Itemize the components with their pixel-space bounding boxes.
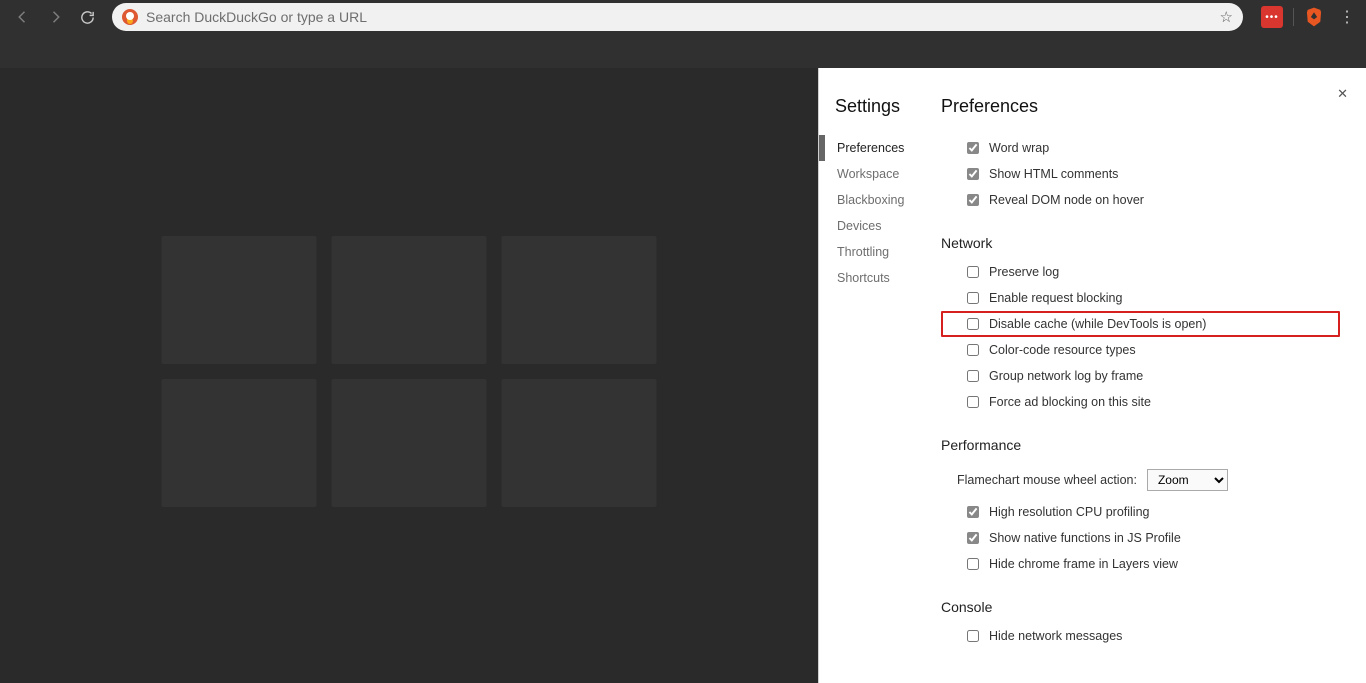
pref-label[interactable]: Preserve log: [989, 265, 1059, 279]
ntp-tile[interactable]: [502, 236, 657, 364]
ntp-tile[interactable]: [502, 379, 657, 507]
pref-label[interactable]: Disable cache (while DevTools is open): [989, 317, 1206, 331]
pref-row: Word wrap: [941, 135, 1348, 161]
pref-checkbox[interactable]: [967, 396, 979, 408]
pref-checkbox[interactable]: [967, 318, 979, 330]
ntp-tile[interactable]: [332, 379, 487, 507]
sidebar-item-preferences[interactable]: Preferences: [819, 135, 926, 161]
pref-row: Reveal DOM node on hover: [941, 187, 1348, 213]
pref-checkbox[interactable]: [967, 532, 979, 544]
sidebar-item-throttling[interactable]: Throttling: [819, 239, 926, 265]
devtools-panel-title: Preferences: [941, 96, 1352, 117]
devtools-settings-content: Preferences Word wrap Show HTML comments R…: [927, 68, 1366, 683]
browser-menu-button[interactable]: ⋮: [1334, 4, 1360, 30]
reload-button[interactable]: [74, 4, 100, 30]
pref-row: Show HTML comments: [941, 161, 1348, 187]
pref-row: Disable cache (while DevTools is open): [941, 311, 1340, 337]
pref-label[interactable]: Show native functions in JS Profile: [989, 531, 1181, 545]
pref-checkbox[interactable]: [967, 194, 979, 206]
back-button[interactable]: [10, 4, 36, 30]
duckduckgo-icon: [122, 9, 138, 25]
pref-checkbox[interactable]: [967, 168, 979, 180]
pref-label[interactable]: High resolution CPU profiling: [989, 505, 1150, 519]
ntp-tile[interactable]: [162, 236, 317, 364]
pref-select[interactable]: Zoom: [1147, 469, 1228, 491]
pref-label[interactable]: Hide network messages: [989, 629, 1122, 643]
ntp-tile[interactable]: [332, 236, 487, 364]
sidebar-item-devices[interactable]: Devices: [819, 213, 926, 239]
pref-label[interactable]: Show HTML comments: [989, 167, 1118, 181]
omnibox[interactable]: ☆: [112, 3, 1243, 31]
preferences-scroll-region[interactable]: Word wrap Show HTML comments Reveal DOM no…: [941, 135, 1352, 683]
ntp-tile[interactable]: [162, 379, 317, 507]
pref-select-label: Flamechart mouse wheel action:: [957, 473, 1137, 487]
extension-red-icon[interactable]: •••: [1261, 6, 1283, 28]
pref-label[interactable]: Group network log by frame: [989, 369, 1143, 383]
pref-row: Force ad blocking on this site: [941, 389, 1348, 415]
pref-row: Group network log by frame: [941, 363, 1348, 389]
pref-checkbox[interactable]: [967, 344, 979, 356]
browser-toolbar: ☆ ••• ⋮: [0, 0, 1366, 34]
bookmark-star-icon[interactable]: ☆: [1220, 8, 1233, 26]
main-area: ✕ Settings PreferencesWorkspaceBlackboxi…: [0, 68, 1366, 683]
forward-button[interactable]: [42, 4, 68, 30]
pref-label[interactable]: Hide chrome frame in Layers view: [989, 557, 1178, 571]
pref-checkbox[interactable]: [967, 506, 979, 518]
devtools-sidebar-title: Settings: [835, 96, 926, 117]
pref-label[interactable]: Force ad blocking on this site: [989, 395, 1151, 409]
sidebar-item-shortcuts[interactable]: Shortcuts: [819, 265, 926, 291]
pref-label[interactable]: Enable request blocking: [989, 291, 1122, 305]
pref-row: Preserve log: [941, 259, 1348, 285]
pref-checkbox[interactable]: [967, 292, 979, 304]
sidebar-item-blackboxing[interactable]: Blackboxing: [819, 187, 926, 213]
pref-row: Color-code resource types: [941, 337, 1348, 363]
pref-row: Hide chrome frame in Layers view: [941, 551, 1348, 577]
pref-select-row: Flamechart mouse wheel action: Zoom: [941, 461, 1348, 499]
pref-row: High resolution CPU profiling: [941, 499, 1348, 525]
pref-row: Enable request blocking: [941, 285, 1348, 311]
pref-checkbox[interactable]: [967, 142, 979, 154]
pref-row: Hide network messages: [941, 623, 1348, 649]
pref-checkbox[interactable]: [967, 630, 979, 642]
ntp-tile-grid: [162, 236, 657, 507]
address-bar-input[interactable]: [146, 9, 1212, 25]
pref-label[interactable]: Word wrap: [989, 141, 1049, 155]
pref-row: Show native functions in JS Profile: [941, 525, 1348, 551]
extension-brave-icon[interactable]: [1304, 6, 1324, 28]
extension-separator: [1293, 8, 1294, 26]
pref-label[interactable]: Reveal DOM node on hover: [989, 193, 1144, 207]
toolbar-shadow: [0, 34, 1366, 68]
devtools-settings-sidebar: Settings PreferencesWorkspaceBlackboxing…: [819, 68, 927, 683]
pref-checkbox[interactable]: [967, 370, 979, 382]
pref-section-title: Network: [941, 213, 1348, 259]
sidebar-item-workspace[interactable]: Workspace: [819, 161, 926, 187]
pref-section-title: Performance: [941, 415, 1348, 461]
pref-section-title: Console: [941, 577, 1348, 623]
new-tab-page: [0, 68, 818, 683]
pref-checkbox[interactable]: [967, 266, 979, 278]
pref-label[interactable]: Color-code resource types: [989, 343, 1136, 357]
extensions-area: ••• ⋮: [1255, 4, 1360, 30]
devtools-panel: ✕ Settings PreferencesWorkspaceBlackboxi…: [818, 68, 1366, 683]
pref-checkbox[interactable]: [967, 558, 979, 570]
